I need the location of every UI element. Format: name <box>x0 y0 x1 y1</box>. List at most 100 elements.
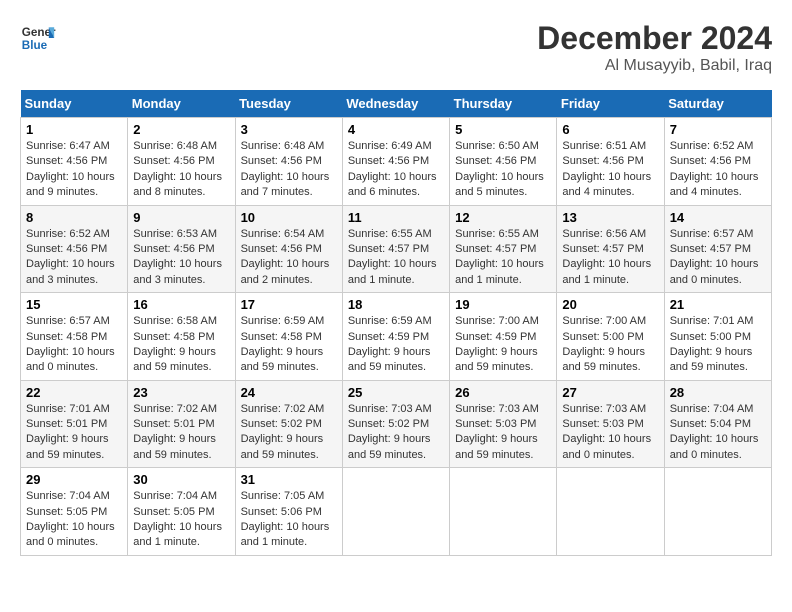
day-info: Sunrise: 6:54 AM Sunset: 4:56 PM Dayligh… <box>241 227 337 289</box>
daylight-label: Daylight: 10 hours and 1 minute. <box>133 521 222 548</box>
daylight-label: Daylight: 10 hours and 1 minute. <box>562 258 651 285</box>
sunrise-label: Sunrise: 7:03 AM <box>455 403 539 415</box>
sunrise-label: Sunrise: 6:48 AM <box>133 140 217 152</box>
weekday-header-row: SundayMondayTuesdayWednesdayThursdayFrid… <box>21 90 772 118</box>
day-info: Sunrise: 7:04 AM Sunset: 5:05 PM Dayligh… <box>133 489 229 551</box>
sunrise-label: Sunrise: 7:01 AM <box>26 403 110 415</box>
day-number: 3 <box>241 122 337 137</box>
day-number: 12 <box>455 210 551 225</box>
daylight-label: Daylight: 9 hours and 59 minutes. <box>133 346 216 373</box>
empty-cell <box>342 468 449 556</box>
calendar-day-cell: 22 Sunrise: 7:01 AM Sunset: 5:01 PM Dayl… <box>21 380 128 468</box>
sunrise-label: Sunrise: 7:04 AM <box>670 403 754 415</box>
daylight-label: Daylight: 10 hours and 4 minutes. <box>670 171 759 198</box>
calendar-day-cell: 28 Sunrise: 7:04 AM Sunset: 5:04 PM Dayl… <box>664 380 771 468</box>
sunrise-label: Sunrise: 7:03 AM <box>348 403 432 415</box>
day-number: 1 <box>26 122 122 137</box>
daylight-label: Daylight: 10 hours and 0 minutes. <box>670 433 759 460</box>
day-info: Sunrise: 6:49 AM Sunset: 4:56 PM Dayligh… <box>348 139 444 201</box>
day-info: Sunrise: 6:48 AM Sunset: 4:56 PM Dayligh… <box>241 139 337 201</box>
daylight-label: Daylight: 9 hours and 59 minutes. <box>133 433 216 460</box>
sunset-label: Sunset: 4:59 PM <box>348 331 429 343</box>
day-number: 23 <box>133 385 229 400</box>
sunset-label: Sunset: 4:56 PM <box>670 155 751 167</box>
calendar-day-cell: 11 Sunrise: 6:55 AM Sunset: 4:57 PM Dayl… <box>342 205 449 293</box>
month-title: December 2024 <box>537 20 772 57</box>
day-number: 26 <box>455 385 551 400</box>
daylight-label: Daylight: 10 hours and 3 minutes. <box>133 258 222 285</box>
weekday-header-thursday: Thursday <box>450 90 557 118</box>
day-info: Sunrise: 7:01 AM Sunset: 5:00 PM Dayligh… <box>670 314 766 376</box>
sunset-label: Sunset: 5:05 PM <box>26 506 107 518</box>
sunset-label: Sunset: 4:56 PM <box>26 155 107 167</box>
sunrise-label: Sunrise: 6:54 AM <box>241 228 325 240</box>
sunset-label: Sunset: 4:58 PM <box>241 331 322 343</box>
weekday-header-friday: Friday <box>557 90 664 118</box>
day-info: Sunrise: 6:48 AM Sunset: 4:56 PM Dayligh… <box>133 139 229 201</box>
sunrise-label: Sunrise: 6:49 AM <box>348 140 432 152</box>
sunset-label: Sunset: 5:04 PM <box>670 418 751 430</box>
sunset-label: Sunset: 5:02 PM <box>241 418 322 430</box>
sunset-label: Sunset: 4:59 PM <box>455 331 536 343</box>
sunrise-label: Sunrise: 6:53 AM <box>133 228 217 240</box>
daylight-label: Daylight: 10 hours and 1 minute. <box>455 258 544 285</box>
sunset-label: Sunset: 5:01 PM <box>26 418 107 430</box>
calendar-day-cell: 9 Sunrise: 6:53 AM Sunset: 4:56 PM Dayli… <box>128 205 235 293</box>
sunset-label: Sunset: 5:05 PM <box>133 506 214 518</box>
calendar-day-cell: 5 Sunrise: 6:50 AM Sunset: 4:56 PM Dayli… <box>450 118 557 206</box>
calendar-week-row: 15 Sunrise: 6:57 AM Sunset: 4:58 PM Dayl… <box>21 293 772 381</box>
sunrise-label: Sunrise: 6:58 AM <box>133 315 217 327</box>
sunset-label: Sunset: 5:00 PM <box>670 331 751 343</box>
calendar-day-cell: 24 Sunrise: 7:02 AM Sunset: 5:02 PM Dayl… <box>235 380 342 468</box>
sunrise-label: Sunrise: 6:52 AM <box>26 228 110 240</box>
day-number: 31 <box>241 472 337 487</box>
daylight-label: Daylight: 10 hours and 1 minute. <box>348 258 437 285</box>
sunset-label: Sunset: 4:56 PM <box>241 155 322 167</box>
day-number: 7 <box>670 122 766 137</box>
sunrise-label: Sunrise: 6:55 AM <box>348 228 432 240</box>
calendar-day-cell: 2 Sunrise: 6:48 AM Sunset: 4:56 PM Dayli… <box>128 118 235 206</box>
svg-text:Blue: Blue <box>22 39 48 52</box>
empty-cell <box>450 468 557 556</box>
daylight-label: Daylight: 10 hours and 0 minutes. <box>670 258 759 285</box>
day-info: Sunrise: 6:55 AM Sunset: 4:57 PM Dayligh… <box>455 227 551 289</box>
day-info: Sunrise: 7:00 AM Sunset: 4:59 PM Dayligh… <box>455 314 551 376</box>
day-info: Sunrise: 6:52 AM Sunset: 4:56 PM Dayligh… <box>670 139 766 201</box>
empty-cell <box>664 468 771 556</box>
weekday-header-wednesday: Wednesday <box>342 90 449 118</box>
day-info: Sunrise: 6:53 AM Sunset: 4:56 PM Dayligh… <box>133 227 229 289</box>
day-info: Sunrise: 7:05 AM Sunset: 5:06 PM Dayligh… <box>241 489 337 551</box>
day-info: Sunrise: 6:59 AM Sunset: 4:59 PM Dayligh… <box>348 314 444 376</box>
calendar-day-cell: 6 Sunrise: 6:51 AM Sunset: 4:56 PM Dayli… <box>557 118 664 206</box>
day-info: Sunrise: 6:58 AM Sunset: 4:58 PM Dayligh… <box>133 314 229 376</box>
sunset-label: Sunset: 5:01 PM <box>133 418 214 430</box>
sunrise-label: Sunrise: 7:03 AM <box>562 403 646 415</box>
day-number: 17 <box>241 297 337 312</box>
day-number: 10 <box>241 210 337 225</box>
sunset-label: Sunset: 5:02 PM <box>348 418 429 430</box>
calendar-day-cell: 25 Sunrise: 7:03 AM Sunset: 5:02 PM Dayl… <box>342 380 449 468</box>
sunset-label: Sunset: 4:56 PM <box>562 155 643 167</box>
sunrise-label: Sunrise: 6:55 AM <box>455 228 539 240</box>
day-number: 5 <box>455 122 551 137</box>
calendar-day-cell: 4 Sunrise: 6:49 AM Sunset: 4:56 PM Dayli… <box>342 118 449 206</box>
day-info: Sunrise: 6:55 AM Sunset: 4:57 PM Dayligh… <box>348 227 444 289</box>
sunrise-label: Sunrise: 6:57 AM <box>670 228 754 240</box>
calendar-day-cell: 10 Sunrise: 6:54 AM Sunset: 4:56 PM Dayl… <box>235 205 342 293</box>
sunrise-label: Sunrise: 7:00 AM <box>455 315 539 327</box>
day-info: Sunrise: 6:57 AM Sunset: 4:58 PM Dayligh… <box>26 314 122 376</box>
day-number: 16 <box>133 297 229 312</box>
daylight-label: Daylight: 9 hours and 59 minutes. <box>670 346 753 373</box>
daylight-label: Daylight: 10 hours and 0 minutes. <box>26 521 115 548</box>
calendar-day-cell: 19 Sunrise: 7:00 AM Sunset: 4:59 PM Dayl… <box>450 293 557 381</box>
sunrise-label: Sunrise: 7:04 AM <box>133 490 217 502</box>
day-number: 24 <box>241 385 337 400</box>
sunset-label: Sunset: 4:58 PM <box>133 331 214 343</box>
daylight-label: Daylight: 9 hours and 59 minutes. <box>241 433 324 460</box>
sunrise-label: Sunrise: 6:51 AM <box>562 140 646 152</box>
day-number: 19 <box>455 297 551 312</box>
page-header: General Blue December 2024 Al Musayyib, … <box>20 20 772 75</box>
empty-cell <box>557 468 664 556</box>
day-number: 18 <box>348 297 444 312</box>
calendar-day-cell: 17 Sunrise: 6:59 AM Sunset: 4:58 PM Dayl… <box>235 293 342 381</box>
